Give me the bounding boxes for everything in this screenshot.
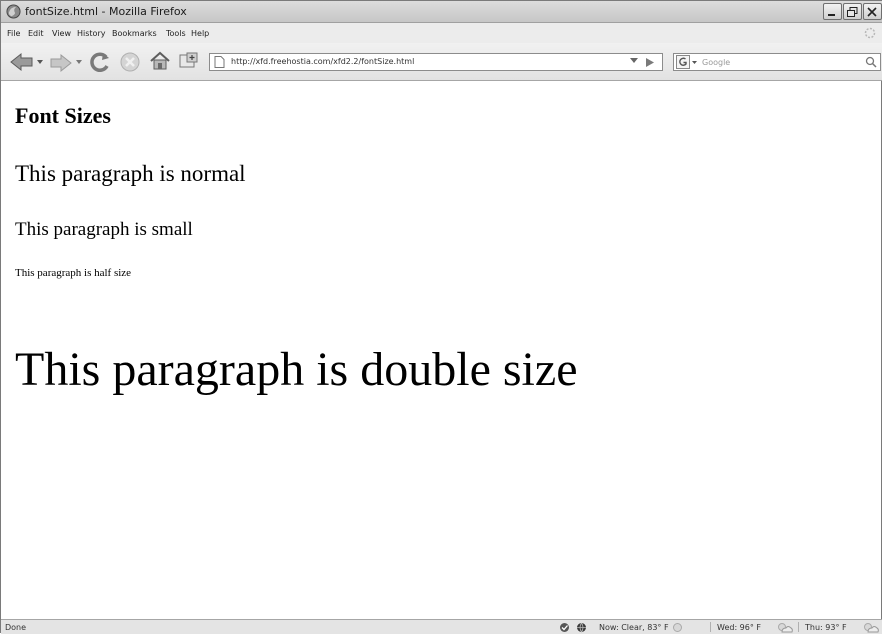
- title-bar: fontSize.html - Mozilla Firefox: [1, 1, 882, 23]
- stop-icon[interactable]: [119, 51, 141, 73]
- paragraph-double-size: This paragraph is double size: [15, 343, 578, 396]
- menu-bar: File Edit View History Bookmarks Tools H…: [1, 23, 882, 43]
- search-input[interactable]: [702, 55, 852, 69]
- paragraph-normal: This paragraph is normal: [15, 161, 246, 186]
- back-dropdown-icon[interactable]: [37, 60, 43, 64]
- back-arrow-icon[interactable]: [9, 51, 35, 73]
- window-title: fontSize.html - Mozilla Firefox: [25, 5, 187, 18]
- menu-bookmarks[interactable]: Bookmarks: [112, 29, 157, 38]
- status-divider: [798, 622, 799, 632]
- menu-edit[interactable]: Edit: [28, 29, 44, 38]
- security-icon[interactable]: [559, 622, 570, 633]
- menu-tools[interactable]: Tools: [166, 29, 186, 38]
- maximize-button[interactable]: [843, 3, 862, 20]
- firefox-icon: [6, 4, 21, 19]
- minimize-icon: [828, 14, 835, 16]
- throbber-icon: [864, 27, 876, 39]
- page-icon: [214, 56, 225, 68]
- menu-file[interactable]: File: [7, 29, 20, 38]
- menu-help[interactable]: Help: [191, 29, 209, 38]
- page-content: Font Sizes This paragraph is normal This…: [1, 81, 881, 619]
- search-icon[interactable]: [865, 56, 877, 68]
- weather-clear-icon: [673, 623, 682, 632]
- address-bar[interactable]: http://xfd.freehostia.com/xfd2.2/fontSiz…: [209, 53, 663, 71]
- paragraph-small: This paragraph is small: [15, 219, 193, 240]
- weather-now: Now: Clear, 83° F: [599, 623, 669, 632]
- go-arrow-icon[interactable]: [644, 57, 656, 68]
- home-icon[interactable]: [149, 50, 171, 72]
- address-url: http://xfd.freehostia.com/xfd2.2/fontSiz…: [231, 57, 415, 66]
- url-dropdown-icon[interactable]: [630, 58, 638, 64]
- close-button[interactable]: [863, 3, 882, 20]
- close-icon: [867, 7, 877, 17]
- restore-icon: [847, 7, 858, 17]
- menu-history[interactable]: History: [77, 29, 105, 38]
- paragraph-half-size: This paragraph is half size: [15, 267, 132, 279]
- page-heading: Font Sizes: [15, 103, 111, 128]
- status-text: Done: [5, 623, 27, 632]
- weather-partly-cloudy-icon: [778, 623, 793, 633]
- reload-icon[interactable]: [89, 51, 111, 73]
- minimize-button[interactable]: [823, 3, 842, 20]
- globe-icon[interactable]: [576, 622, 587, 633]
- search-bar: [673, 53, 881, 71]
- forward-arrow-icon[interactable]: [49, 53, 73, 73]
- weather-wednesday: Wed: 96° F: [717, 623, 762, 632]
- bookmark-page-icon[interactable]: [178, 51, 200, 71]
- menu-view[interactable]: View: [52, 29, 71, 38]
- status-bar: Done Now: Clear, 83° F Wed: 96° F Thu: 9…: [1, 619, 882, 634]
- browser-window: fontSize.html - Mozilla Firefox File Edi…: [0, 0, 882, 634]
- forward-dropdown-icon[interactable]: [76, 60, 82, 64]
- status-divider: [710, 622, 711, 632]
- weather-thursday: Thu: 93° F: [805, 623, 847, 632]
- weather-partly-cloudy-icon: [864, 623, 879, 633]
- search-engine-icon[interactable]: [676, 55, 700, 69]
